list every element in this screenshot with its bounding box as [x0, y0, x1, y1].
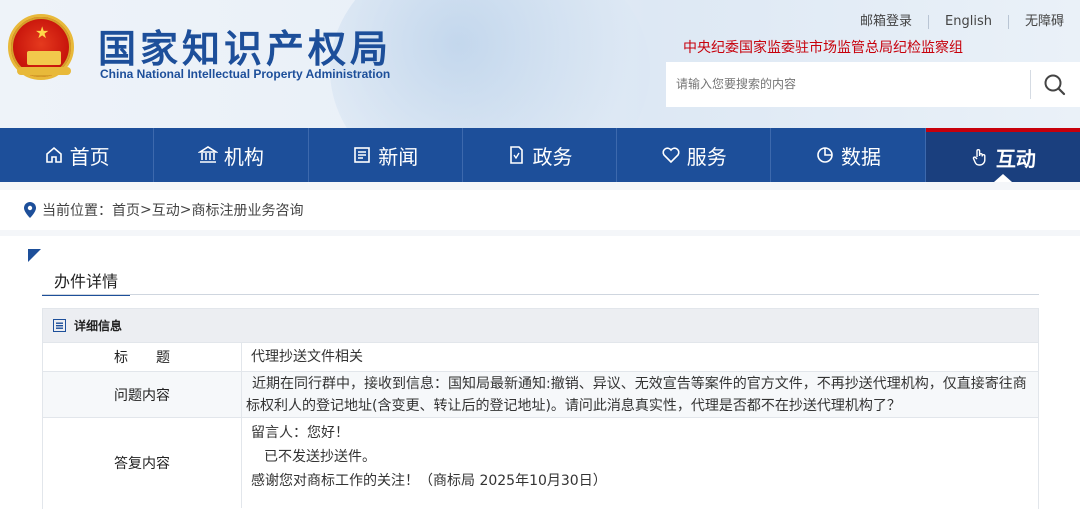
breadcrumb-current[interactable]: 商标注册业务咨询 [191, 200, 303, 220]
nav-item-interaction[interactable]: 互动 [925, 128, 1080, 182]
search-icon[interactable] [1042, 72, 1068, 98]
nav-item-home[interactable]: 首页 [0, 128, 155, 182]
search-box [666, 62, 1080, 107]
nav-item-service[interactable]: 服务 [617, 128, 772, 182]
site-logo-cn[interactable]: 国家知识产权局 [98, 18, 392, 73]
service-icon [662, 147, 680, 164]
table-row-title: 标 题 代理抄送文件相关 [43, 343, 1038, 372]
institution-icon [197, 146, 218, 163]
national-emblem-logo[interactable]: ★ [8, 14, 74, 80]
breadcrumb-separator: > [179, 202, 192, 218]
breadcrumb-prefix: 当前位置： [42, 203, 112, 219]
mail-login-link[interactable]: 邮箱登录 [844, 15, 928, 29]
interaction-hand-icon [972, 149, 986, 166]
main-content: 办件详情 详细信息 标 题 代理抄送文件相关 问题内容 近期在同行群中，接收到信… [0, 236, 1080, 509]
nav-label: 机构 [223, 144, 264, 169]
discipline-notice-link[interactable]: 中央纪委国家监委驻市场监管总局纪检监察组 [683, 37, 963, 57]
site-header: ★ 国家知识产权局 China National Intellectual Pr… [0, 0, 1080, 128]
row-value: 近期在同行群中，接收到信息：国知局最新通知:撤销、异议、无效宣告等案件的官方文件… [246, 376, 1027, 414]
nav-label: 首页 [69, 144, 110, 169]
breadcrumb-home[interactable]: 首页 [112, 200, 140, 220]
tab-divider [42, 294, 1039, 295]
reply-line: 留言人：您好！ [251, 425, 349, 441]
table-row-reply: 答复内容 留言人：您好！ 已不发送抄送件。 感谢您对商标工作的关注！（商标局 2… [43, 418, 1038, 508]
nav-label: 数据 [841, 144, 882, 169]
list-box-icon [53, 319, 66, 332]
detail-header-title: 详细信息 [74, 319, 123, 333]
breadcrumb-interaction[interactable]: 互动 [152, 200, 180, 220]
corner-marker [28, 249, 41, 262]
tab-case-details: 办件详情 [42, 268, 130, 296]
reply-line: 已不发送抄送件。 [264, 449, 376, 465]
main-nav: 首页 机构 新闻 政务 服务 数据 互动 [0, 128, 1080, 182]
accessibility-link[interactable]: 无障碍 [1007, 15, 1080, 29]
nav-label: 服务 [686, 144, 727, 169]
nav-label: 政务 [532, 144, 573, 169]
row-value: 代理抄送文件相关 [251, 349, 363, 365]
row-key: 标 题 [43, 343, 242, 371]
location-pin-icon [24, 202, 36, 218]
row-key: 答复内容 [43, 418, 242, 508]
breadcrumb: 当前位置： 首页 > 互动 > 商标注册业务咨询 [0, 190, 1080, 230]
site-logo-en[interactable]: China National Intellectual Property Adm… [100, 67, 390, 81]
data-chart-icon [817, 147, 833, 163]
nav-item-news[interactable]: 新闻 [309, 128, 463, 182]
news-icon [354, 147, 371, 163]
detail-table: 详细信息 标 题 代理抄送文件相关 问题内容 近期在同行群中，接收到信息：国知局… [42, 308, 1039, 509]
english-link[interactable]: English [928, 15, 1008, 29]
row-key: 问题内容 [43, 372, 242, 417]
nav-item-government-affairs[interactable]: 政务 [463, 128, 618, 182]
breadcrumb-separator: > [140, 202, 152, 218]
detail-header: 详细信息 [43, 309, 1038, 343]
search-input[interactable] [676, 73, 1026, 95]
search-divider [1030, 70, 1031, 99]
top-links: 邮箱登录 English 无障碍 [844, 15, 1080, 29]
nav-label: 新闻 [378, 144, 419, 169]
row-value: 留言人：您好！ 已不发送抄送件。 感谢您对商标工作的关注！（商标局 2025年1… [242, 418, 1038, 508]
government-affairs-icon [510, 146, 524, 164]
table-row-question: 问题内容 近期在同行群中，接收到信息：国知局最新通知:撤销、异议、无效宣告等案件… [43, 372, 1038, 418]
reply-line: 感谢您对商标工作的关注！（商标局 2025年10月30日） [251, 473, 607, 489]
nav-label: 互动 [995, 146, 1036, 171]
home-icon [45, 146, 62, 163]
nav-item-institution[interactable]: 机构 [154, 128, 309, 182]
nav-item-data[interactable]: 数据 [771, 128, 926, 182]
